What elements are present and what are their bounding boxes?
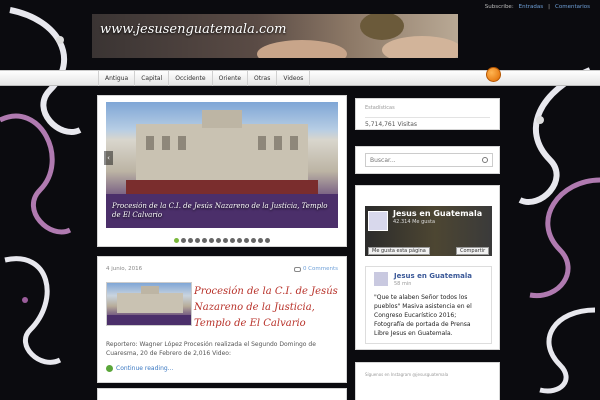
continue-reading-link[interactable]: Continue reading... xyxy=(106,365,173,372)
instagram-title: Síguenos en Instagram @jesusguatemala xyxy=(365,372,449,377)
nav-item-capital[interactable]: Capital xyxy=(134,71,168,86)
slider-dot[interactable] xyxy=(174,238,179,243)
slider-dot[interactable] xyxy=(202,238,207,243)
subscribe-entries-link[interactable]: Entradas xyxy=(519,4,543,10)
facebook-post-time[interactable]: 58 min xyxy=(394,281,411,287)
subscribe-separator: | xyxy=(548,4,551,10)
post-thumbnail[interactable] xyxy=(106,282,192,326)
subscribe-bar: Subscribe: Entradas | Comentarios xyxy=(485,0,590,14)
slider-dot[interactable] xyxy=(188,238,193,243)
post-excerpt: Reportero: Wagner López Procesión realiz… xyxy=(106,341,316,357)
facebook-share-button[interactable]: Compartir xyxy=(456,247,490,255)
post-thumbnail-building xyxy=(107,286,191,325)
search-widget xyxy=(355,146,500,174)
post-card: 4 junio, 2016 0 Comments Procesión de la… xyxy=(97,256,347,383)
rss-icon[interactable] xyxy=(486,67,501,82)
slider-dot[interactable] xyxy=(209,238,214,243)
subscribe-comments-link[interactable]: Comentarios xyxy=(555,4,590,10)
post-date: 4 junio, 2016 xyxy=(106,266,143,272)
facebook-page-name[interactable]: Jesus en Guatemala xyxy=(393,209,482,218)
comment-icon xyxy=(293,266,301,272)
post-title[interactable]: Procesión de la C.I. de Jesús Nazareno d… xyxy=(194,284,344,332)
slide-image[interactable]: Procesión de la C.I. de Jesús Nazareno d… xyxy=(106,102,338,228)
facebook-cover[interactable]: Jesus en Guatemala 42.314 Me gusta Me gu… xyxy=(365,206,492,256)
slider-prev-button[interactable]: ‹ xyxy=(104,151,113,165)
post-comments-count[interactable]: 0 Comments xyxy=(303,266,338,272)
arrow-circle-icon xyxy=(106,365,113,372)
post-comments-link[interactable]: 0 Comments xyxy=(293,266,338,272)
featured-slider: Procesión de la C.I. de Jesús Nazareno d… xyxy=(97,95,347,247)
main-navigation: Antigua Capital Occidente Oriente Otras … xyxy=(0,70,600,86)
slider-pagination xyxy=(174,238,270,243)
facebook-post-text: "Que te alaben Señor todos los pueblos" … xyxy=(374,294,472,337)
facebook-widget: Jesus en Guatemala 42.314 Me gusta Me gu… xyxy=(355,185,500,350)
facebook-likes-count: 42.314 Me gusta xyxy=(393,219,436,225)
nav-item-videos[interactable]: Videos xyxy=(276,71,311,86)
facebook-page-logo[interactable] xyxy=(368,211,388,231)
next-post-card xyxy=(97,388,347,400)
slider-dot[interactable] xyxy=(251,238,256,243)
slider-dot[interactable] xyxy=(216,238,221,243)
decorative-swirl-right xyxy=(518,67,600,394)
nav-item-occidente[interactable]: Occidente xyxy=(168,71,211,86)
search-input[interactable] xyxy=(365,153,493,167)
site-title[interactable]: www.jesusenguatemala.com xyxy=(100,22,286,37)
slider-dot[interactable] xyxy=(237,238,242,243)
slider-dot[interactable] xyxy=(223,238,228,243)
facebook-post-author[interactable]: Jesus en Guatemala xyxy=(394,272,472,280)
slider-dot[interactable] xyxy=(258,238,263,243)
nav-item-otras[interactable]: Otras xyxy=(247,71,276,86)
facebook-like-button[interactable]: Me gusta esta página xyxy=(368,247,430,255)
slide-caption[interactable]: Procesión de la C.I. de Jesús Nazareno d… xyxy=(112,202,332,220)
instagram-widget: Síguenos en Instagram @jesusguatemala xyxy=(355,362,500,400)
stats-title: Estadísticas xyxy=(365,105,395,111)
slider-dot[interactable] xyxy=(244,238,249,243)
nav-item-antigua[interactable]: Antigua xyxy=(98,71,134,86)
nav-item-oriente[interactable]: Oriente xyxy=(211,71,247,86)
slider-dot[interactable] xyxy=(230,238,235,243)
facebook-post-avatar[interactable] xyxy=(374,272,388,286)
site-header: www.jesusenguatemala.com xyxy=(92,14,458,58)
decorative-swirl-left xyxy=(0,7,82,365)
slider-dot[interactable] xyxy=(195,238,200,243)
continue-reading-label[interactable]: Continue reading... xyxy=(116,365,173,372)
facebook-post: Jesus en Guatemala 58 min "Que te alaben… xyxy=(365,266,492,344)
stats-widget: Estadísticas 5,714,761 Visitas xyxy=(355,98,500,130)
subscribe-label: Subscribe: xyxy=(484,4,514,10)
slider-dot[interactable] xyxy=(265,238,270,243)
slider-dot[interactable] xyxy=(181,238,186,243)
search-icon[interactable] xyxy=(482,157,488,163)
stats-visits: 5,714,761 Visitas xyxy=(365,117,490,128)
